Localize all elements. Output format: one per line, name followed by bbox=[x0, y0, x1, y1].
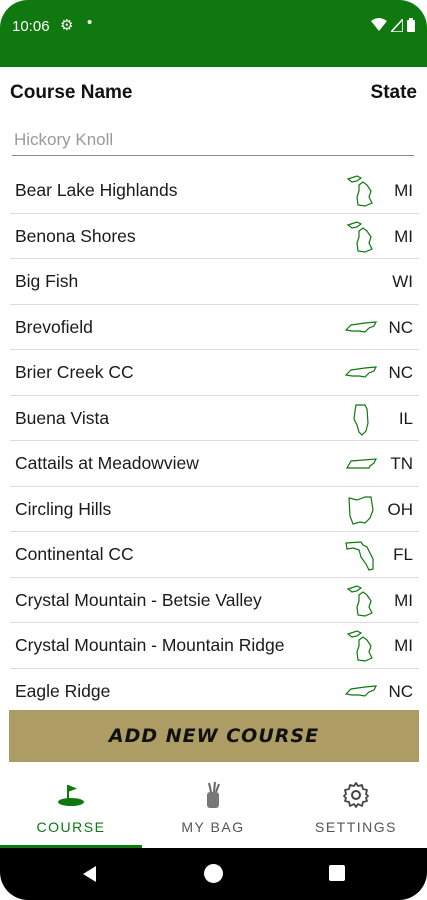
course-state: WI bbox=[392, 272, 413, 291]
course-name: Crystal Mountain - Mountain Ridge bbox=[15, 635, 285, 655]
course-list[interactable]: Bear Lake Highlands MI Benona Shores MI Big … bbox=[10, 168, 419, 704]
tab-settings-label: SETTINGS bbox=[314, 819, 397, 835]
course-name: Crystal Mountain - Betsie Valley bbox=[15, 589, 262, 610]
course-name: Brier Creek CC bbox=[15, 362, 134, 382]
system-nav-bar bbox=[0, 848, 427, 900]
course-state: NC bbox=[388, 681, 413, 701]
michigan-shape-icon bbox=[343, 583, 379, 619]
course-state: MI bbox=[394, 226, 413, 246]
back-icon[interactable] bbox=[80, 864, 100, 884]
course-row[interactable]: Crystal Mountain - Mountain Ridge MI bbox=[10, 623, 419, 669]
course-row[interactable]: Big Fish WI bbox=[10, 259, 419, 305]
course-row[interactable]: Buena Vista IL bbox=[10, 396, 419, 441]
course-name: Benona Shores bbox=[15, 225, 136, 246]
tab-course-label: COURSE bbox=[36, 819, 106, 835]
list-header: Course Name State bbox=[0, 78, 427, 108]
golf-flag-icon bbox=[58, 785, 84, 806]
illinois-shape-icon bbox=[343, 401, 379, 437]
course-row[interactable]: Benona Shores MI bbox=[10, 214, 419, 259]
search-input[interactable] bbox=[12, 126, 414, 154]
course-row[interactable]: Eagle Ridge NC bbox=[10, 669, 419, 705]
state-header: State bbox=[370, 82, 417, 103]
michigan-shape-icon bbox=[343, 173, 379, 209]
course-name: Cattails at Meadowview bbox=[15, 453, 199, 473]
course-name: Continental CC bbox=[15, 544, 134, 564]
michigan-shape-icon bbox=[343, 219, 379, 255]
add-new-course-button[interactable]: ADD NEW COURSE bbox=[9, 710, 419, 762]
course-name: Bear Lake Highlands bbox=[15, 180, 178, 200]
course-state: IL bbox=[398, 408, 413, 428]
north-carolina-shape-icon bbox=[343, 674, 379, 705]
michigan-shape-icon bbox=[343, 628, 379, 664]
course-name: Eagle Ridge bbox=[15, 680, 111, 701]
ohio-shape-icon bbox=[343, 492, 379, 528]
course-state: MI bbox=[394, 636, 413, 655]
add-new-course-label: ADD NEW COURSE bbox=[108, 725, 320, 747]
course-row[interactable]: Bear Lake Highlands MI bbox=[10, 168, 419, 214]
course-row[interactable]: Cattails at Meadowview TN bbox=[10, 441, 419, 487]
status-bar: 10:06 ⚙ • bbox=[0, 0, 427, 67]
bottom-nav: COURSE MY BAG SETTINGS bbox=[0, 768, 427, 848]
recent-apps-icon[interactable] bbox=[329, 865, 345, 881]
signal-icon bbox=[391, 18, 403, 32]
tab-course[interactable]: COURSE bbox=[0, 768, 142, 848]
tab-my-bag[interactable]: MY BAG bbox=[142, 768, 284, 848]
tennessee-shape-icon bbox=[343, 446, 379, 482]
wifi-icon bbox=[371, 18, 387, 31]
course-name: Big Fish bbox=[15, 271, 79, 291]
gear-icon: ⚙ bbox=[60, 17, 74, 34]
course-row[interactable]: Continental CC FL bbox=[10, 532, 419, 578]
course-row[interactable]: Brevofield NC bbox=[10, 305, 419, 350]
course-state: OH bbox=[387, 499, 414, 519]
north-carolina-shape-icon bbox=[343, 310, 379, 346]
status-time: 10:06 bbox=[12, 18, 50, 35]
status-icons bbox=[371, 18, 415, 32]
settings-gear-icon bbox=[343, 782, 369, 808]
florida-shape-icon bbox=[343, 537, 379, 573]
course-row[interactable]: Crystal Mountain - Betsie Valley MI bbox=[10, 578, 419, 623]
course-state: NC bbox=[388, 317, 413, 337]
course-name-header: Course Name bbox=[10, 82, 133, 103]
search-field[interactable] bbox=[12, 126, 414, 156]
course-name: Circling Hills bbox=[15, 498, 112, 519]
home-icon[interactable] bbox=[204, 864, 223, 883]
tab-settings[interactable]: SETTINGS bbox=[285, 768, 427, 848]
course-name: Brevofield bbox=[15, 316, 93, 337]
course-name: Buena Vista bbox=[15, 407, 110, 428]
dot-icon: • bbox=[87, 14, 93, 31]
course-state: FL bbox=[393, 545, 413, 564]
course-state: MI bbox=[394, 181, 413, 200]
course-row[interactable]: Circling Hills OH bbox=[10, 487, 419, 532]
course-state: TN bbox=[390, 454, 413, 473]
tab-my-bag-label: MY BAG bbox=[181, 819, 245, 835]
course-row[interactable]: Brier Creek CC NC bbox=[10, 350, 419, 396]
course-state: MI bbox=[394, 590, 413, 610]
golf-bag-icon bbox=[207, 781, 220, 808]
north-carolina-shape-icon bbox=[343, 355, 379, 391]
battery-icon bbox=[407, 18, 415, 32]
course-state: NC bbox=[388, 363, 413, 382]
